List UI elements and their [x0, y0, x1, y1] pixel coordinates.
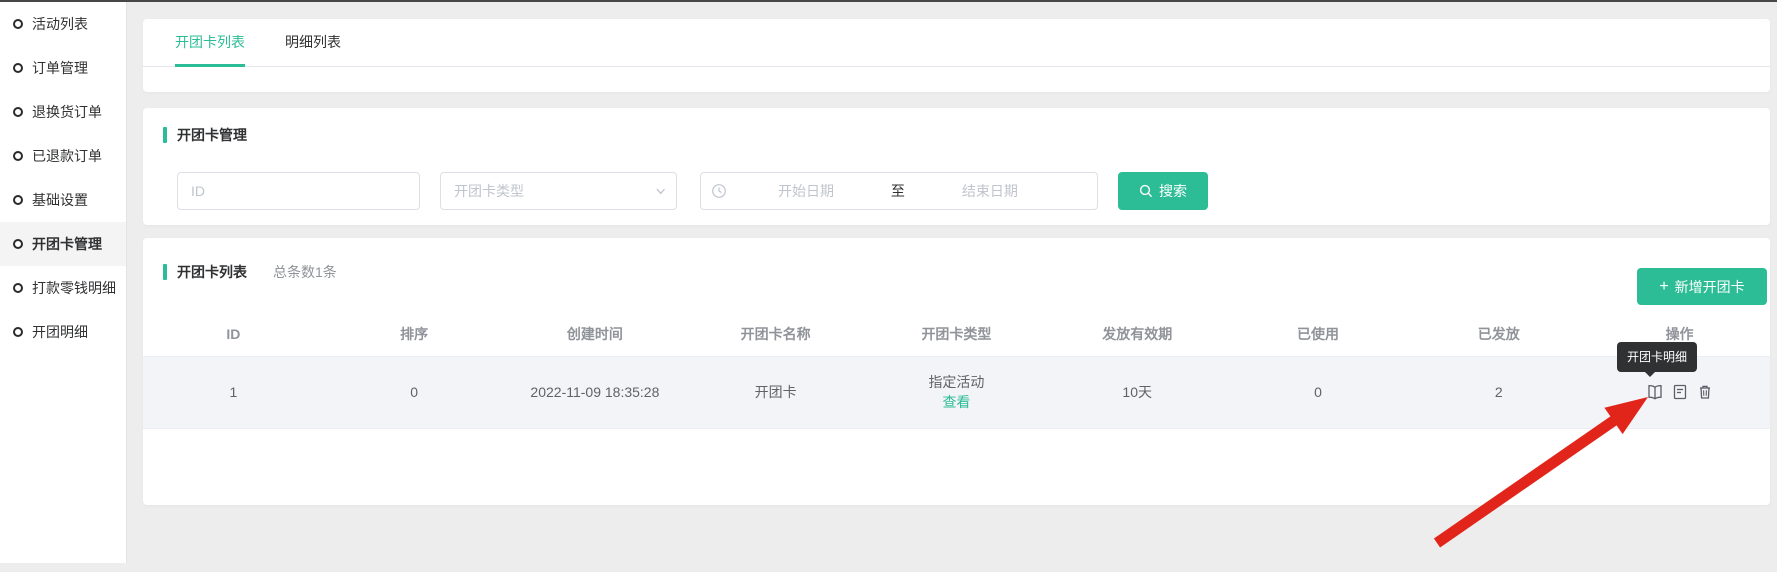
tooltip-group-card-detail: 开团卡明细: [1617, 342, 1697, 372]
circle-icon: [13, 195, 23, 205]
circle-icon: [13, 239, 23, 249]
group-card-table: ID 排序 创建时间 开团卡名称 开团卡类型 发放有效期 已使用 已发放 操作 …: [143, 312, 1770, 429]
total-count-text: 总条数1条: [273, 262, 337, 282]
sidebar: 活动列表 订单管理 退换货订单 已退款订单 基础设置 开团卡管理 打款零钱明细: [0, 2, 127, 563]
filter-section-title: 开团卡管理: [163, 125, 247, 145]
sidebar-item-group-card-management[interactable]: 开团卡管理: [0, 222, 126, 266]
table-header-row: ID 排序 创建时间 开团卡名称 开团卡类型 发放有效期 已使用 已发放 操作: [143, 312, 1770, 356]
plus-icon: +: [1659, 278, 1668, 296]
list-section-title: 开团卡列表 总条数1条: [163, 262, 337, 282]
date-range-separator: 至: [885, 181, 911, 201]
section-accent-bar: [163, 127, 167, 143]
sidebar-item-refunded-orders[interactable]: 已退款订单: [0, 134, 126, 178]
sidebar-item-return-exchange-orders[interactable]: 退换货订单: [0, 90, 126, 134]
circle-icon: [13, 283, 23, 293]
col-sort: 排序: [324, 312, 505, 356]
cell-id: 1: [143, 356, 324, 428]
cell-name: 开团卡: [685, 356, 866, 428]
sidebar-item-transfer-change-detail[interactable]: 打款零钱明细: [0, 266, 126, 310]
circle-icon: [13, 107, 23, 117]
tab-bar: 开团卡列表 明细列表: [143, 19, 1770, 67]
view-link[interactable]: 查看: [866, 392, 1047, 412]
sidebar-item-label: 打款零钱明细: [32, 278, 116, 298]
circle-icon: [13, 19, 23, 29]
cell-issued: 2: [1408, 356, 1589, 428]
add-button-label: 新增开团卡: [1675, 277, 1745, 297]
sidebar-item-label: 订单管理: [32, 58, 88, 78]
sidebar-item-label: 活动列表: [32, 14, 88, 34]
id-input[interactable]: [191, 183, 406, 199]
sidebar-item-label: 基础设置: [32, 190, 88, 210]
col-used: 已使用: [1228, 312, 1409, 356]
col-validity: 发放有效期: [1047, 312, 1228, 356]
col-issued: 已发放: [1408, 312, 1589, 356]
filter-title-text: 开团卡管理: [177, 125, 247, 145]
list-title-text: 开团卡列表: [177, 262, 247, 282]
search-button-label: 搜索: [1159, 181, 1187, 201]
cell-validity: 10天: [1047, 356, 1228, 428]
search-icon: [1139, 184, 1153, 198]
sidebar-item-label: 开团明细: [32, 322, 88, 342]
action-icons: [1589, 383, 1770, 401]
card-type-select-input[interactable]: [454, 183, 655, 199]
col-created: 创建时间: [505, 312, 686, 356]
col-name: 开团卡名称: [685, 312, 866, 356]
cell-sort: 0: [324, 356, 505, 428]
type-text: 指定活动: [866, 372, 1047, 392]
tab-detail-list[interactable]: 明细列表: [285, 19, 341, 67]
admin-page: 活动列表 订单管理 退换货订单 已退款订单 基础设置 开团卡管理 打款零钱明细: [0, 0, 1777, 572]
id-input-wrap: [177, 172, 420, 210]
col-id: ID: [143, 312, 324, 356]
circle-icon: [13, 63, 23, 73]
sidebar-item-label: 开团卡管理: [32, 234, 102, 254]
search-button[interactable]: 搜索: [1118, 172, 1208, 210]
col-type: 开团卡类型: [866, 312, 1047, 356]
tabs-card: 开团卡列表 明细列表: [143, 19, 1770, 92]
document-edit-icon[interactable]: [1671, 383, 1689, 401]
section-accent-bar: [163, 264, 167, 280]
circle-icon: [13, 327, 23, 337]
add-group-card-button[interactable]: + 新增开团卡: [1637, 268, 1767, 305]
tab-card-list[interactable]: 开团卡列表: [175, 19, 245, 67]
chevron-down-icon: [655, 185, 666, 197]
sidebar-item-activity-list[interactable]: 活动列表: [0, 2, 126, 46]
cell-type: 指定活动 查看: [866, 356, 1047, 428]
table-row: 1 0 2022-11-09 18:35:28 开团卡 指定活动 查看 10天 …: [143, 356, 1770, 428]
trash-icon[interactable]: [1696, 383, 1714, 401]
start-date-input[interactable]: [727, 183, 885, 199]
sidebar-item-label: 退换货订单: [32, 102, 102, 122]
end-date-input[interactable]: [911, 183, 1069, 199]
circle-icon: [13, 151, 23, 161]
sidebar-item-order-management[interactable]: 订单管理: [0, 46, 126, 90]
date-range-picker[interactable]: 至: [700, 172, 1098, 210]
card-type-select[interactable]: [440, 172, 677, 210]
cell-used: 0: [1228, 356, 1409, 428]
list-card: 开团卡列表 总条数1条 + 新增开团卡 ID 排序 创建时间 开团卡名称 开团卡…: [143, 238, 1770, 505]
book-detail-icon[interactable]: [1646, 383, 1664, 401]
cell-created: 2022-11-09 18:35:28: [505, 356, 686, 428]
window-top-edge: [0, 0, 1777, 2]
sidebar-item-basic-settings[interactable]: 基础设置: [0, 178, 126, 222]
sidebar-item-group-detail[interactable]: 开团明细: [0, 310, 126, 354]
sidebar-item-label: 已退款订单: [32, 146, 102, 166]
filter-card: 开团卡管理 至 搜索: [143, 108, 1770, 225]
clock-icon: [711, 183, 727, 199]
